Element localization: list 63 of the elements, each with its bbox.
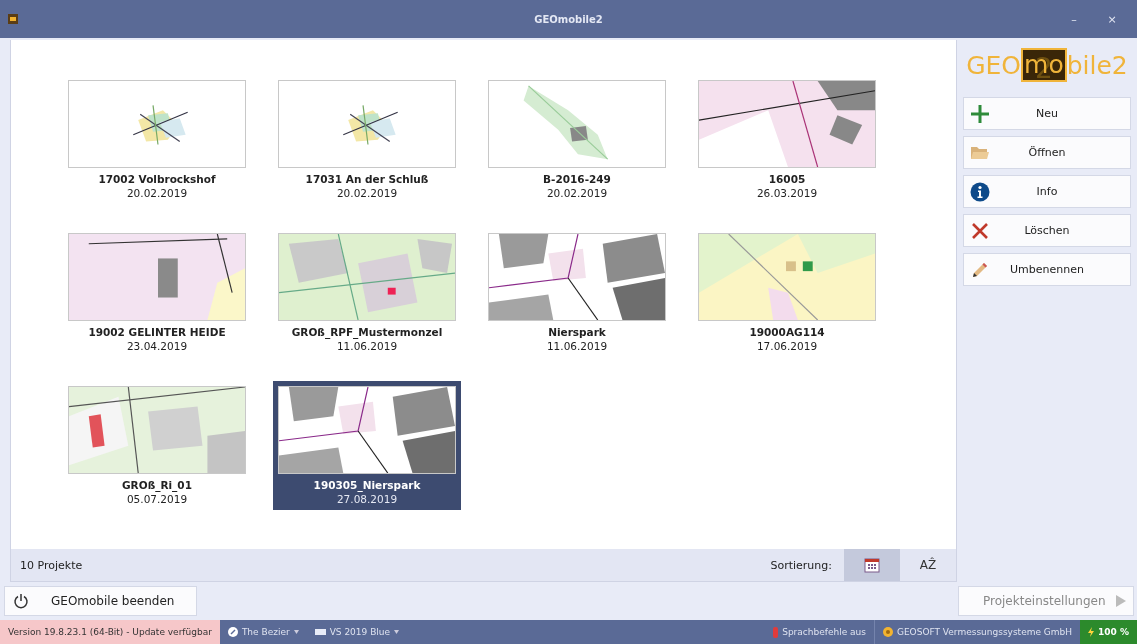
project-name: Nierspark: [548, 326, 606, 338]
project-tile[interactable]: 17002 Volbrockshof 20.02.2019: [63, 75, 251, 204]
project-date: 11.06.2019: [336, 340, 398, 352]
calendar-icon: [864, 557, 880, 573]
project-name: 190305_Nierspark: [313, 479, 421, 491]
window-title: GEOmobile2: [534, 13, 603, 25]
project-tile[interactable]: GROß_Ri_01 05.07.2019: [63, 381, 251, 510]
project-tile[interactable]: 19002 GELINTER HEIDE 23.04.2019: [63, 228, 251, 357]
minimize-button[interactable]: –: [1057, 11, 1091, 27]
play-icon: [1115, 594, 1127, 608]
version-notice[interactable]: Version 19.8.23.1 (64-Bit) - Update verfügbar: [0, 620, 220, 644]
open-button[interactable]: Öffnen: [963, 136, 1131, 169]
project-tile[interactable]: 190305_Nierspark 27.08.2019: [273, 381, 461, 510]
info-button[interactable]: Info: [963, 175, 1131, 208]
power-icon: [13, 593, 29, 609]
project-tile[interactable]: Nierspark 11.06.2019: [483, 228, 671, 357]
sort-label: Sortierung:: [770, 558, 832, 572]
project-tile[interactable]: 19000AG114 17.06.2019: [693, 228, 881, 357]
close-button[interactable]: ×: [1095, 11, 1129, 27]
project-name: 17031 An der Schluß: [305, 173, 429, 185]
project-tile[interactable]: 17031 An der Schluß 20.02.2019: [273, 75, 461, 204]
add-button[interactable]: Neu: [963, 97, 1131, 130]
delete-button[interactable]: Löschen: [963, 214, 1131, 247]
app-icon: [8, 14, 18, 24]
sort-by-date-button[interactable]: [844, 549, 900, 581]
voice-commands-toggle[interactable]: Sprachbefehle aus: [765, 626, 874, 638]
caret-icon: [394, 630, 400, 634]
window-style-icon: [314, 629, 326, 635]
microphone-icon: [773, 626, 779, 638]
theme-menu[interactable]: The Bezier: [219, 627, 307, 637]
caret-icon: [293, 630, 299, 634]
sort-alphabetical-button[interactable]: AẐ: [900, 549, 956, 581]
project-name: GROß_Ri_01: [122, 479, 192, 491]
project-date: 26.03.2019: [756, 187, 818, 199]
project-name: B-2016-249: [543, 173, 611, 185]
company-logo-icon: [882, 627, 893, 637]
delete-icon: [970, 220, 990, 241]
project-name: 19000AG114: [749, 326, 825, 338]
theme-icon: [227, 627, 238, 637]
project-date: 23.04.2019: [126, 340, 188, 352]
project-name: 19002 GELINTER HEIDE: [88, 326, 226, 338]
style-menu[interactable]: VS 2019 Blue: [306, 627, 408, 637]
project-tile[interactable]: 16005 26.03.2019: [693, 75, 881, 204]
company-label: GEOSOFT Vermessungssysteme GmbH: [874, 627, 1081, 637]
rename-button[interactable]: Umbenennen: [963, 253, 1131, 286]
project-tile[interactable]: B-2016-249 20.02.2019: [483, 75, 671, 204]
quit-button[interactable]: GEOmobile beenden: [4, 586, 198, 616]
project-date: 11.06.2019: [546, 340, 608, 352]
project-date: 17.06.2019: [756, 340, 818, 352]
project-name: 17002 Volbrockshof: [98, 173, 216, 185]
project-tile[interactable]: GROß_RPF_Mustermonzel 11.06.2019: [273, 228, 461, 357]
lightning-icon: [1088, 627, 1095, 637]
project-date: 05.07.2019: [126, 493, 188, 505]
project-name: GROß_RPF_Mustermonzel: [291, 326, 443, 338]
plus-icon: [970, 103, 990, 124]
project-name: 16005: [768, 173, 806, 185]
battery-status: 100 %: [1080, 620, 1137, 644]
project-date: 20.02.2019: [546, 187, 608, 199]
project-date: 27.08.2019: [336, 493, 398, 505]
project-date: 20.02.2019: [126, 187, 188, 199]
project-date: 20.02.2019: [336, 187, 398, 199]
info-icon: [970, 181, 990, 202]
project-count: 10 Projekte: [20, 558, 83, 572]
